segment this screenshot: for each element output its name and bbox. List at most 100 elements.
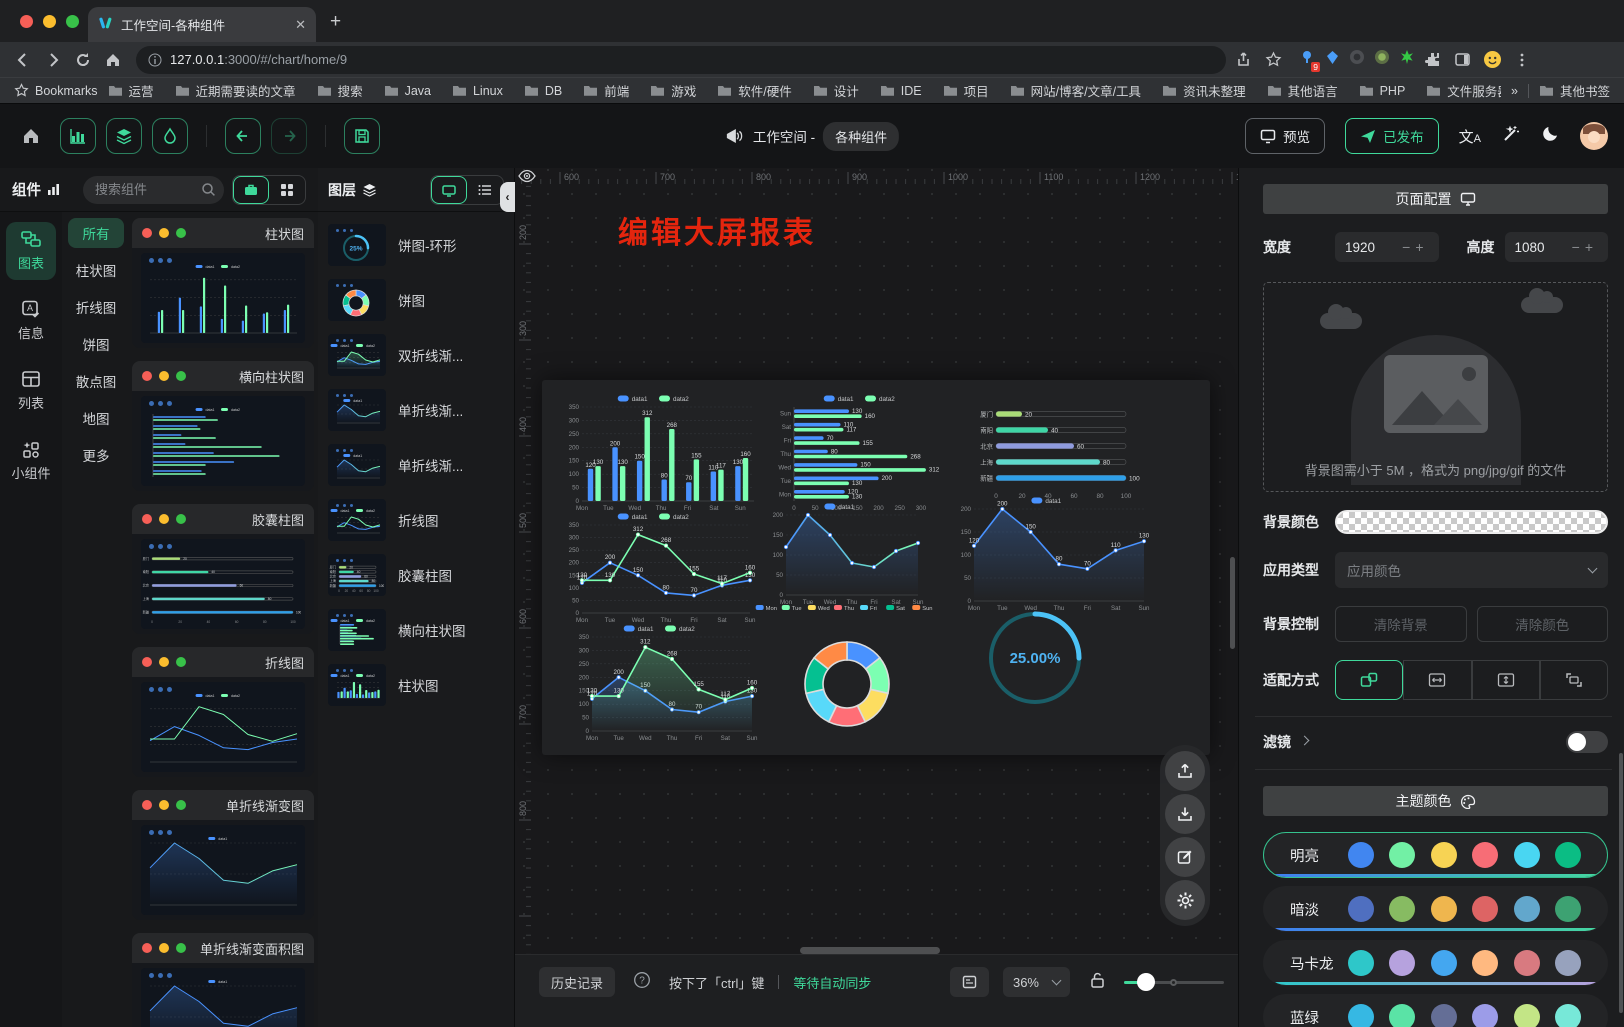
sidebar-group-小组件[interactable]: 小组件 <box>6 432 56 490</box>
filter-柱状图[interactable]: 柱状图 <box>68 255 124 285</box>
theme-row-蓝绿[interactable]: 蓝绿 <box>1263 994 1608 1027</box>
app-home-icon[interactable] <box>18 123 44 149</box>
layer-item[interactable]: data1单折线渐... <box>328 444 506 486</box>
chart-donut[interactable]: MonTueWedThuFriSatSun <box>747 602 947 752</box>
browser-menu-icon[interactable] <box>1509 47 1535 73</box>
theme-row-马卡龙[interactable]: 马卡龙 <box>1263 940 1608 986</box>
tab-close-icon[interactable]: ✕ <box>295 17 306 33</box>
layer-item[interactable]: data1data2横向柱状图 <box>328 609 506 651</box>
filter-更多[interactable]: 更多 <box>68 440 124 470</box>
chevron-right-icon[interactable] <box>1300 736 1310 746</box>
fit-height-button[interactable] <box>1472 660 1540 700</box>
bookmark-item[interactable]: 其他语言 <box>1267 81 1338 100</box>
component-card-胶囊柱图[interactable]: 胶囊柱图厦门20南阳40北京60上海80新疆100020406080100 <box>132 504 314 634</box>
sidebar-group-图表[interactable]: 图表 <box>6 222 56 280</box>
filter-折线图[interactable]: 折线图 <box>68 292 124 322</box>
redo-button[interactable] <box>271 118 307 154</box>
theme-color-header[interactable]: 主题颜色 <box>1263 786 1608 816</box>
config-panel-scrollbar[interactable] <box>1619 753 1623 1013</box>
user-avatar[interactable] <box>1580 122 1608 150</box>
layers-panel-button[interactable] <box>106 118 142 154</box>
canvas-horizontal-scrollbar[interactable] <box>800 947 940 954</box>
dashboard-screen[interactable]: 050100150200250300350MonTueWedThuFriSatS… <box>542 380 1210 755</box>
history-button[interactable]: 历史记录 <box>539 967 615 997</box>
chart-hbar-grouped[interactable]: 1301107080150200120160117155268312130130… <box>768 392 962 512</box>
bookmark-item[interactable]: PHP <box>1359 81 1406 100</box>
magic-wand-icon[interactable] <box>1501 124 1521 149</box>
bookmark-star-icon[interactable] <box>1260 47 1286 73</box>
layer-item[interactable]: data1data2柱状图 <box>328 664 506 706</box>
layer-item[interactable]: 饼图 <box>328 279 506 321</box>
visibility-eye-icon[interactable] <box>518 169 536 188</box>
layer-item[interactable]: 厦门20南阳40北京60上海80新疆100020406080100胶囊柱图 <box>328 554 506 596</box>
history-panel-button[interactable] <box>950 967 989 997</box>
zoom-select[interactable]: 36% <box>1003 967 1070 997</box>
zoom-slider[interactable] <box>1124 967 1224 997</box>
clear-background-button[interactable]: 清除背景 <box>1335 606 1467 642</box>
maximize-window-button[interactable] <box>66 15 79 28</box>
layers-thumb-view-button[interactable] <box>431 176 467 204</box>
browser-tab[interactable]: 工作空间-各种组件 ✕ <box>88 7 316 42</box>
lock-open-icon[interactable] <box>1084 967 1110 993</box>
canvas-page-title[interactable]: 编辑大屏报表 <box>618 208 816 252</box>
bookmark-item[interactable]: 资讯未整理 <box>1162 81 1246 100</box>
reload-icon[interactable] <box>70 47 96 73</box>
close-window-button[interactable] <box>20 15 33 28</box>
component-card-柱状图[interactable]: 柱状图data1data2 <box>132 218 314 348</box>
sidebar-group-信息[interactable]: A信息 <box>6 292 56 350</box>
height-input[interactable]: 1080−+ <box>1505 232 1609 262</box>
bookmark-item[interactable]: 软件/硬件 <box>717 81 791 100</box>
site-info-icon[interactable] <box>148 53 162 67</box>
minimize-window-button[interactable] <box>43 15 56 28</box>
bookmark-item[interactable]: DB <box>524 81 562 100</box>
chart-progress-ring[interactable]: 25.00% <box>980 602 1090 710</box>
layer-item[interactable]: data1data2折线图 <box>328 499 506 541</box>
canvas-vertical-scrollbar[interactable] <box>1230 557 1235 649</box>
bookmark-item[interactable]: 前端 <box>583 81 629 100</box>
filter-地图[interactable]: 地图 <box>68 403 124 433</box>
back-icon[interactable] <box>10 47 36 73</box>
filter-散点图[interactable]: 散点图 <box>68 366 124 396</box>
chart-line-double[interactable]: 050100150200250300350MonTueWedThuFriSatS… <box>560 510 758 624</box>
dark-mode-moon-icon[interactable] <box>1541 124 1560 148</box>
bookmark-item[interactable]: 搜索 <box>317 81 363 100</box>
filter-所有[interactable]: 所有 <box>68 218 124 248</box>
bookmarks-root[interactable]: Bookmarks <box>14 83 98 98</box>
fit-auto-button[interactable] <box>1335 660 1403 700</box>
bookmark-item[interactable]: 游戏 <box>650 81 696 100</box>
fit-width-button[interactable] <box>1403 660 1471 700</box>
bookmark-item[interactable]: Java <box>384 81 431 100</box>
extension-star-icon[interactable] <box>1399 49 1415 70</box>
collapse-layers-button[interactable]: ‹ <box>500 182 515 212</box>
chart-area-single[interactable]: 050100150200MonTueWedThuFriSatSun1202001… <box>952 494 1152 612</box>
bookmarks-overflow[interactable]: » <box>1511 84 1518 98</box>
chart-capsule[interactable]: 厦门20南阳40北京60上海80新疆100020406080100 <box>970 398 1152 500</box>
extension-pin-icon[interactable]: 9 <box>1300 49 1316 70</box>
document-name-badge[interactable]: 各种组件 <box>823 122 899 151</box>
theme-row-暗淡[interactable]: 暗淡 <box>1263 886 1608 932</box>
forward-icon[interactable] <box>40 47 66 73</box>
component-card-折线图[interactable]: 折线图data1data2 <box>132 647 314 777</box>
component-card-横向柱状图[interactable]: 横向柱状图data1data2 <box>132 361 314 491</box>
app-type-select[interactable]: 应用颜色 <box>1335 552 1608 588</box>
share-icon[interactable] <box>1230 47 1256 73</box>
settings-gear-icon[interactable] <box>1165 880 1205 920</box>
bookmark-item[interactable]: 运营 <box>108 81 154 100</box>
theme-panel-button[interactable] <box>152 118 188 154</box>
layers-list-view-button[interactable] <box>467 176 503 204</box>
chart-area-double[interactable]: 050100150200250300350MonTueWedThuFriSatS… <box>570 622 760 742</box>
layer-item[interactable]: 25%饼图-环形 <box>328 224 506 266</box>
bookmark-item[interactable]: Linux <box>452 81 503 100</box>
zoom-slider-knob[interactable] <box>1137 973 1155 991</box>
bookmark-item[interactable]: 项目 <box>943 81 989 100</box>
edit-icon[interactable] <box>1165 837 1205 877</box>
import-icon[interactable] <box>1165 794 1205 834</box>
fit-stretch-button[interactable] <box>1540 660 1608 700</box>
other-bookmarks[interactable]: 其他书签 <box>1539 81 1610 100</box>
help-icon[interactable]: ? <box>629 967 655 993</box>
design-canvas[interactable]: 6007008009001000110012001300 20030040050… <box>515 168 1238 1027</box>
search-icon[interactable] <box>201 182 216 197</box>
publish-button[interactable]: 已发布 <box>1345 118 1439 154</box>
component-card-单折线渐变面积图[interactable]: 单折线渐变面积图data1 <box>132 933 314 1027</box>
background-color-swatch[interactable] <box>1335 510 1608 534</box>
